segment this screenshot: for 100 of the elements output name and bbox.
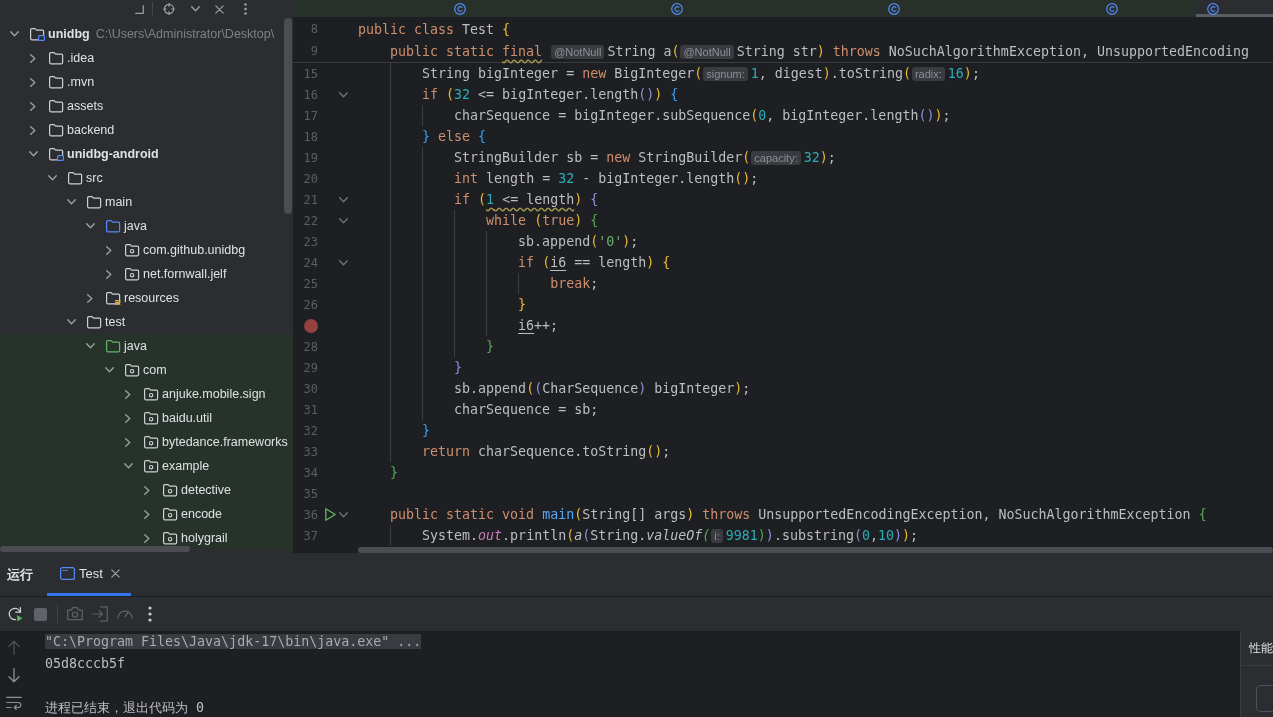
chevron-down-icon[interactable] <box>9 31 19 37</box>
chevron-right-icon[interactable] <box>144 509 150 519</box>
line-number: 23 <box>303 234 318 249</box>
rerun-icon[interactable] <box>7 606 23 622</box>
line-number: 33 <box>303 444 318 459</box>
folder-name[interactable]: src <box>86 171 103 185</box>
crosshair-icon[interactable] <box>163 3 175 15</box>
chevron-down-icon[interactable] <box>338 259 348 266</box>
line-number: 29 <box>303 360 318 375</box>
package-name[interactable]: baidu.util <box>162 411 213 425</box>
package-name[interactable]: encode <box>181 507 222 521</box>
line-number: 28 <box>303 339 318 354</box>
code-line: charSequence = sb; <box>454 402 599 417</box>
folder-name[interactable]: .idea <box>67 51 95 65</box>
folder-icon <box>86 195 102 209</box>
line-number: 17 <box>303 108 318 123</box>
chevron-down-icon[interactable] <box>338 511 348 518</box>
chevron-down-icon[interactable] <box>85 343 95 349</box>
more-icon[interactable] <box>148 606 152 622</box>
folder-name[interactable]: resources <box>124 291 179 305</box>
editor-tab[interactable] <box>1196 0 1273 17</box>
chevron-down-icon[interactable] <box>66 199 76 205</box>
run-tab[interactable]: Test <box>47 553 131 596</box>
horizontal-scrollbar[interactable] <box>0 546 190 552</box>
package-name[interactable]: detective <box>181 483 232 497</box>
window-icon <box>60 566 75 580</box>
vertical-scrollbar[interactable] <box>284 18 292 214</box>
package-folder-icon <box>162 507 178 521</box>
chevron-right-icon[interactable] <box>87 293 93 303</box>
arrow-down-icon[interactable] <box>8 668 20 683</box>
folder-name[interactable]: main <box>105 195 133 209</box>
module-name[interactable]: unidbg-android <box>67 147 159 161</box>
line-number: 8 <box>310 22 318 36</box>
chevron-down-icon[interactable] <box>338 196 348 203</box>
line-number: 30 <box>303 381 318 396</box>
folder-name[interactable]: backend <box>67 123 115 137</box>
chevron-down-icon[interactable] <box>338 91 348 98</box>
chevron-right-icon[interactable] <box>30 101 36 111</box>
package-folder-icon <box>162 483 178 497</box>
code-line: i6++; <box>518 318 559 333</box>
chevron-right-icon[interactable] <box>144 533 150 543</box>
folder-name[interactable]: java <box>124 219 147 233</box>
line-number: 34 <box>303 465 318 480</box>
package-folder-icon <box>124 267 140 281</box>
folder-name[interactable]: assets <box>67 99 104 113</box>
line-number: 19 <box>303 150 318 165</box>
breakpoint-dot-icon[interactable] <box>304 318 318 333</box>
chevron-down-icon[interactable] <box>338 217 348 224</box>
chevron-right-icon[interactable] <box>106 269 112 279</box>
chevron-right-icon[interactable] <box>30 53 36 63</box>
chevron-down-icon[interactable] <box>85 223 95 229</box>
chevron-right-icon[interactable] <box>106 245 112 255</box>
line-number: 18 <box>303 129 318 144</box>
folder-icon <box>48 123 64 137</box>
play-icon[interactable] <box>324 508 336 521</box>
package-name[interactable]: bytedance.frameworks <box>162 435 288 449</box>
close-icon[interactable] <box>215 4 224 14</box>
chevron-right-icon[interactable] <box>144 485 150 495</box>
package-name[interactable]: com <box>143 363 167 377</box>
package-name[interactable]: anjuke.mobile.sign <box>162 387 266 401</box>
circled-c-icon <box>1106 2 1118 15</box>
folder-name[interactable]: .mvn <box>67 75 95 89</box>
code-line: System.out.println(a(String.valueOf( i: 9981)).substring(0,10)); <box>422 528 919 543</box>
corner-bracket-icon[interactable] <box>135 4 144 14</box>
line-number: 24 <box>303 255 318 270</box>
folder-icon <box>48 51 64 65</box>
chevron-right-icon[interactable] <box>125 437 131 447</box>
folder-name[interactable]: java <box>124 339 147 353</box>
chevron-right-icon[interactable] <box>125 389 131 399</box>
package-name[interactable]: example <box>162 459 210 473</box>
package-folder-icon <box>143 435 159 449</box>
console-command: "C:\Program Files\Java\jdk-17\bin\java.exe" ... <box>45 634 422 649</box>
code-line: if (i6 == length) { <box>518 255 671 270</box>
chevron-down-icon[interactable] <box>47 175 57 181</box>
line-number: 9 <box>310 44 318 58</box>
editor-tab[interactable] <box>1095 0 1196 17</box>
test-folder-icon <box>105 339 121 353</box>
horizontal-scrollbar[interactable] <box>358 546 1273 553</box>
code-line: public static final @NotNull String a( @NotNull String str) throws NoSuchAlgorithmException, UnsupportedEncoding <box>390 43 1250 59</box>
code-line: } <box>422 423 431 438</box>
soft-wrap-icon[interactable] <box>6 696 22 710</box>
chevron-down-icon[interactable] <box>104 367 114 373</box>
chevron-down-icon[interactable] <box>123 463 133 469</box>
code-line: if (1 <= length) { <box>454 192 599 207</box>
package-name[interactable]: com.github.unidbg <box>143 243 246 257</box>
close-icon[interactable] <box>110 568 120 578</box>
folder-icon <box>86 315 102 329</box>
chevron-down-icon[interactable] <box>28 151 38 157</box>
package-folder-icon <box>143 387 159 401</box>
code-line: } <box>518 297 527 312</box>
chevron-down-icon[interactable] <box>191 6 200 12</box>
chevron-down-icon[interactable] <box>66 319 76 325</box>
chevron-right-icon[interactable] <box>30 77 36 87</box>
chevron-right-icon[interactable] <box>30 125 36 135</box>
package-name[interactable]: net.fornwall.jelf <box>143 267 227 281</box>
chevron-right-icon[interactable] <box>125 413 131 423</box>
module-name[interactable]: unidbg <box>48 27 90 41</box>
folder-name[interactable]: test <box>105 315 126 329</box>
package-name[interactable]: holygrail <box>181 531 228 545</box>
more-icon[interactable] <box>244 3 247 15</box>
